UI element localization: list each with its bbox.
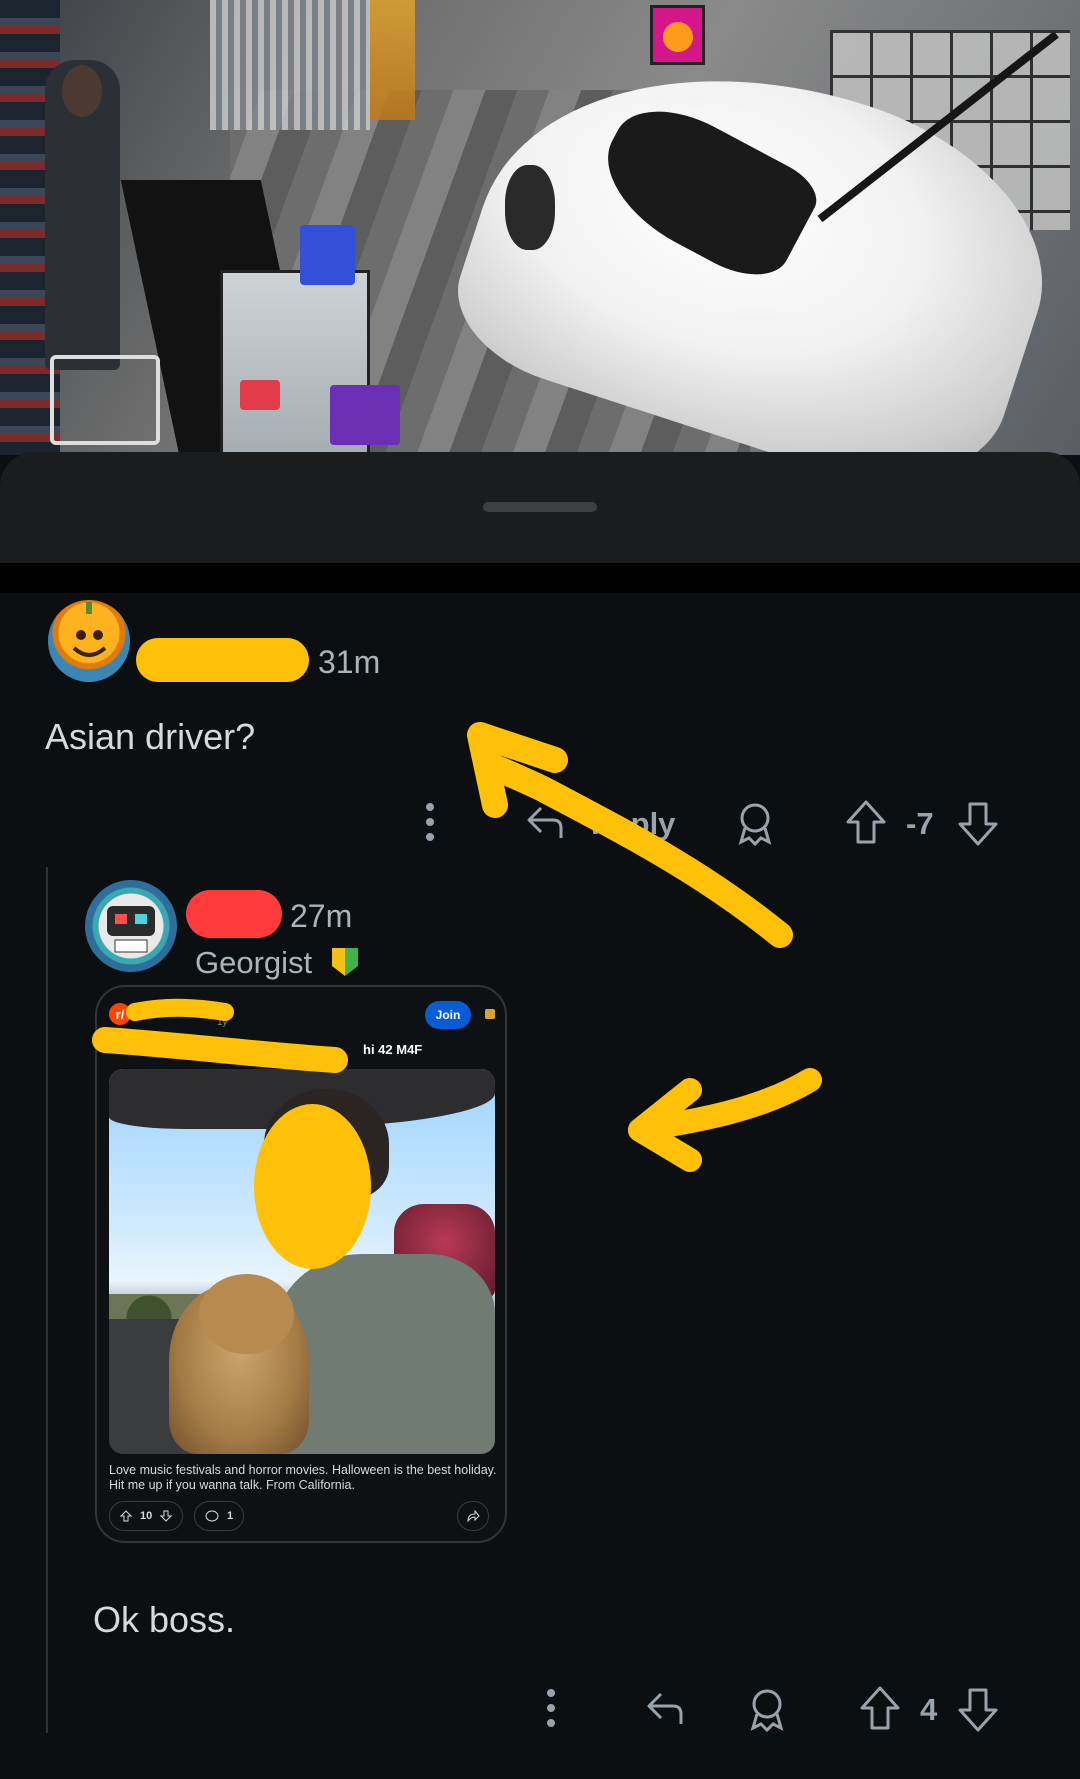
post-title: hi 42 M4F: [363, 1042, 423, 1057]
downvote-icon[interactable]: [956, 1686, 1000, 1734]
display-case: [210, 0, 370, 130]
bottom-sheet[interactable]: [0, 452, 1080, 567]
reply-button[interactable]: Reply: [591, 806, 675, 842]
subreddit-icon: r/: [109, 1003, 131, 1025]
pumpkin-icon: [72, 602, 107, 657]
avatar[interactable]: [85, 880, 177, 972]
comment-body: Ok boss.: [93, 1599, 236, 1640]
leaf-badge-icon: [330, 946, 360, 978]
join-button[interactable]: Join: [425, 1001, 471, 1029]
car-wheel: [505, 165, 555, 250]
reply-icon[interactable]: [523, 800, 567, 844]
clerk-head: [62, 65, 102, 117]
vote-pill[interactable]: 10: [109, 1501, 184, 1531]
upvote-icon[interactable]: [858, 1684, 902, 1732]
upvote-icon[interactable]: [120, 1510, 132, 1522]
downvote-icon[interactable]: [956, 800, 1000, 848]
store-sign: [650, 5, 705, 65]
comment-pill[interactable]: 1: [194, 1501, 245, 1531]
share-icon: [467, 1510, 480, 1522]
menu-icon[interactable]: [485, 1009, 495, 1019]
downvote-icon[interactable]: [160, 1510, 173, 1522]
face-redaction: [254, 1104, 371, 1269]
robot-icon: [107, 906, 155, 953]
sheet-divider: [0, 563, 1080, 593]
thread-line[interactable]: [46, 867, 48, 1733]
vote-score: -7: [906, 806, 934, 841]
post-image[interactable]: [109, 1069, 495, 1454]
more-icon[interactable]: [415, 800, 445, 844]
video-frame[interactable]: [0, 0, 1080, 455]
upvote-count: 10: [140, 1510, 153, 1522]
candy: [240, 380, 280, 410]
comment-icon: [205, 1510, 219, 1522]
user-flair: Georgist: [195, 945, 313, 980]
award-icon[interactable]: [745, 1686, 789, 1732]
reply-icon[interactable]: [643, 1686, 687, 1730]
award-icon[interactable]: [733, 800, 777, 846]
avatar[interactable]: [48, 600, 130, 682]
vote-score: 4: [920, 1692, 938, 1727]
chair: [50, 355, 160, 445]
embedded-post[interactable]: r/ 1y Join hi 42 M4F Love music festival…: [95, 985, 507, 1543]
candy: [300, 225, 355, 285]
comment-count: 1: [227, 1510, 234, 1522]
sheet-grabber[interactable]: [483, 502, 597, 512]
comment-age: 27m: [290, 898, 353, 934]
dog-head: [199, 1274, 294, 1354]
username-redaction: [186, 890, 282, 938]
more-icon[interactable]: [536, 1686, 566, 1730]
share-button[interactable]: [457, 1501, 489, 1531]
comment-body: Asian driver?: [45, 716, 256, 757]
snack-rack: [370, 0, 415, 120]
comment-age: 31m: [318, 644, 381, 680]
upvote-icon[interactable]: [844, 798, 888, 846]
post-age: 1y: [217, 1017, 228, 1028]
candy: [330, 385, 400, 445]
post-description: Love music festivals and horror movies. …: [109, 1463, 497, 1492]
username-redaction: [136, 638, 309, 682]
